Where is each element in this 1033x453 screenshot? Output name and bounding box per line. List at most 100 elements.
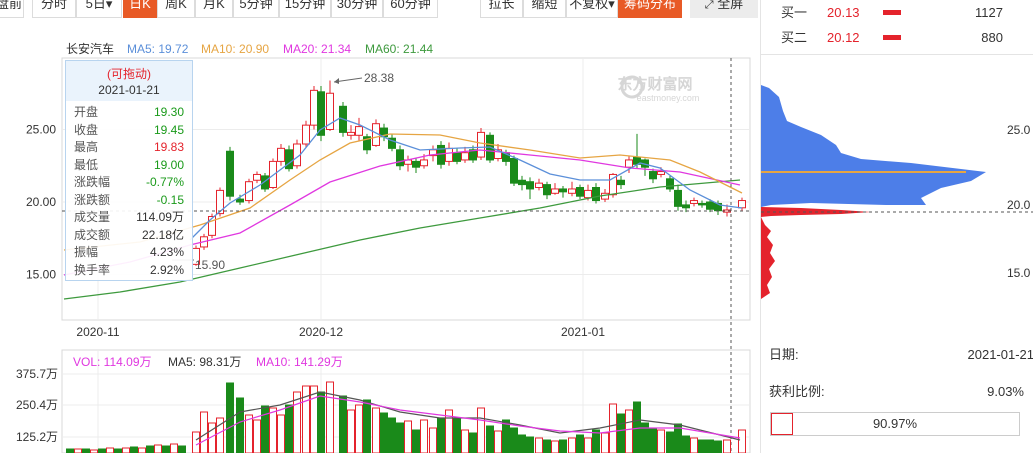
candlestick [738, 197, 746, 211]
candlestick [568, 181, 576, 197]
volume-bar [372, 407, 380, 453]
tooltip-row: 换手率 2.92% [74, 262, 184, 278]
tooltip-row: 成交量 114.09万 [74, 209, 184, 225]
tooltip-row: 振幅 4.23% [74, 244, 184, 260]
tooltip-date: 2021-01-21 [98, 83, 160, 97]
candlestick [494, 144, 502, 162]
tooltip-row-value: 19.30 [153, 105, 184, 119]
bid1-qty: 1127 [975, 5, 1003, 20]
volume-bar [714, 440, 722, 453]
tooltip-drag-hint: (可拖动) [107, 67, 151, 81]
tooltip-row-key: 开盘 [74, 105, 99, 119]
candlestick [526, 177, 534, 200]
candlestick [253, 171, 261, 184]
tooltip-row-key: 收盘 [74, 122, 99, 137]
bid2-label: 买二 [781, 30, 808, 45]
candlestick [551, 183, 559, 195]
volume-bar [518, 434, 526, 453]
volume-bar [601, 432, 609, 453]
candlestick [285, 145, 293, 172]
volume-bar [261, 405, 269, 453]
volume-bar [74, 448, 82, 453]
volume-bar [404, 420, 412, 453]
volume-bar [682, 435, 690, 453]
candlestick [674, 184, 682, 211]
volume-bar [502, 419, 510, 453]
ma10-legend: MA10: 20.90 [201, 42, 269, 56]
volume-tick-label: 125.2万 [16, 430, 58, 444]
tooltip-row-value: -0.15 [156, 192, 184, 207]
holding-ratio-fill [771, 413, 793, 435]
volume-bar [609, 403, 617, 453]
volume-bar [535, 437, 543, 453]
volume-bar [738, 429, 746, 453]
tooltip-row: 涨跌幅 -0.77% [74, 174, 184, 190]
holding-ratio-text: 90.97% [872, 416, 918, 431]
volume-bar [617, 413, 625, 453]
tooltip-row-value: -0.77% [145, 175, 184, 189]
volume-bar [477, 407, 485, 453]
candlestick [518, 175, 526, 191]
candlestick [461, 146, 469, 163]
candlestick [641, 158, 649, 176]
volume-bar [310, 385, 318, 453]
tooltip-row-key: 振幅 [74, 245, 99, 259]
ma60-legend: MA60: 21.44 [365, 42, 433, 56]
tooltip-row-value: 114.09万 [136, 210, 184, 224]
tooltip-row-key: 涨跌额 [74, 192, 111, 207]
tooltip-row-key: 成交量 [74, 210, 111, 224]
volume-bar [412, 429, 420, 453]
tooltip-row-value: 22.18亿 [141, 227, 184, 242]
volume-bar [559, 439, 567, 453]
volume-bar [82, 448, 90, 453]
volume-bar [347, 409, 355, 453]
volume-bar [723, 439, 731, 453]
volume-bar [437, 417, 445, 453]
watermark-subtext: eastmoney.com [637, 93, 700, 103]
volume-bar [130, 446, 138, 453]
volume-bar [317, 391, 325, 453]
tooltip-row: 成交额 22.18亿 [74, 227, 184, 243]
chip-date-value: 2021-01-21 [967, 347, 1033, 362]
tooltip-row: 最高 19.83 [74, 139, 184, 155]
bid2-row: 买二 20.12 880 [775, 27, 1015, 49]
stock-name: 长安汽车 [66, 41, 114, 56]
volume-bar [698, 439, 706, 453]
volume-bar [429, 427, 437, 453]
candlestick [355, 117, 363, 142]
volume-bar [339, 395, 347, 453]
candlestick [363, 133, 371, 155]
candlestick [690, 197, 698, 207]
volume-bar [690, 437, 698, 453]
vol-ma5-legend: MA5: 98.31万 [168, 355, 241, 369]
candlestick [576, 184, 584, 200]
volume-bar [178, 445, 186, 453]
volume-bar [162, 445, 170, 453]
candlestick [412, 158, 420, 173]
chip-date-row: 日期: 2021-01-21 [769, 345, 1033, 365]
candlestick [437, 141, 445, 169]
ma5-legend: MA5: 19.72 [127, 42, 189, 56]
vol-ma10-legend: MA10: 141.29万 [256, 355, 343, 369]
candlestick [208, 213, 216, 239]
chip-price-tick: 15.0 [1007, 266, 1031, 280]
candlestick [535, 178, 543, 191]
volume-tick-label: 250.4万 [16, 398, 58, 412]
bid2-bar [883, 35, 901, 40]
tooltip-row: 开盘 19.30 [74, 104, 184, 120]
tooltip-row-key: 最低 [74, 157, 99, 172]
kline-tooltip[interactable]: (可拖动) 2021-01-21 开盘 19.30 收盘 19.45 最高 19.83 最低… [65, 60, 193, 281]
volume-bar [551, 440, 559, 453]
date-tick-label: 2021-01 [561, 325, 605, 339]
volume-bar [526, 436, 534, 453]
candlestick [277, 144, 285, 166]
candlestick [310, 86, 318, 130]
volume-bar [98, 448, 106, 453]
volume-bar [706, 439, 714, 453]
tooltip-row-value: 19.00 [153, 157, 184, 172]
volume-bar [388, 417, 396, 453]
tooltip-row-key: 最高 [74, 140, 99, 154]
tooltip-row-key: 换手率 [74, 262, 111, 277]
candlestick [396, 145, 404, 171]
candlestick [543, 181, 551, 200]
